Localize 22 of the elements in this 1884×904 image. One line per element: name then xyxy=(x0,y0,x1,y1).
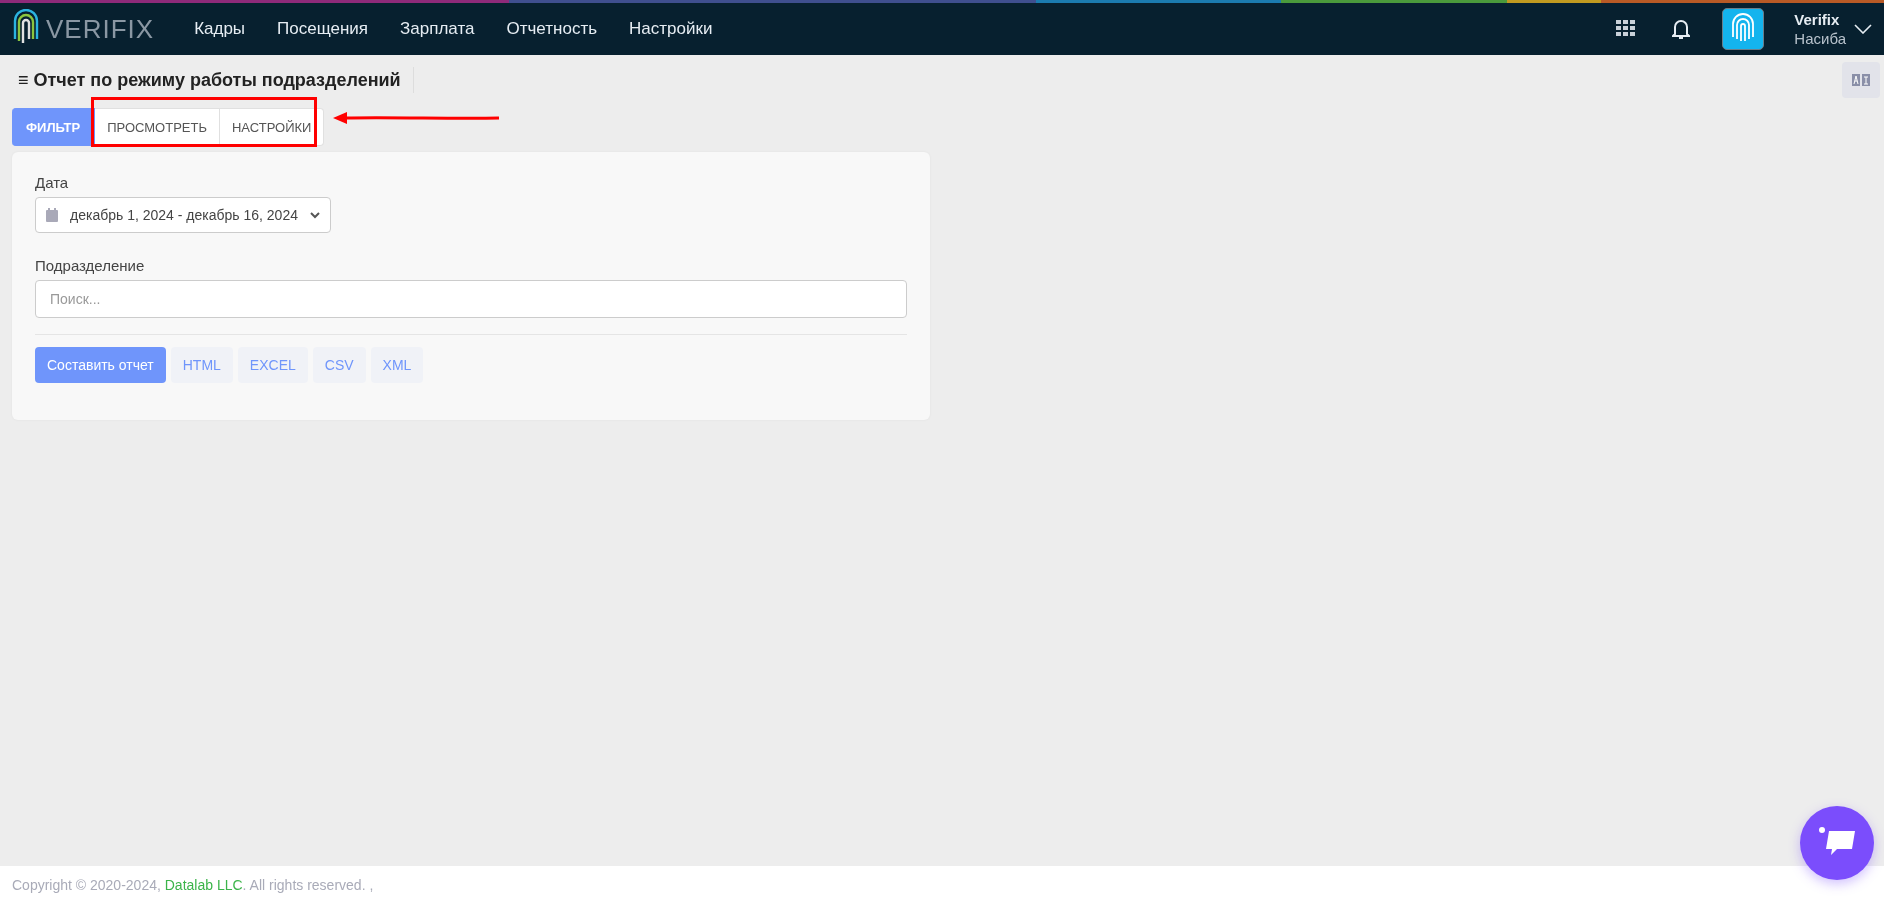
translate-icon[interactable] xyxy=(1842,62,1880,98)
calendar-icon xyxy=(46,208,58,222)
tab[interactable]: ПРОСМОТРЕТЬ xyxy=(95,108,220,146)
user-name: Насиба xyxy=(1794,29,1846,48)
date-range-picker[interactable]: декабрь 1, 2024 - декабрь 16, 2024 xyxy=(35,197,331,233)
tab[interactable]: НАСТРОЙКИ xyxy=(220,108,325,146)
nav-link[interactable]: Настройки xyxy=(627,15,715,43)
copyright-text: Copyright © 2020-2024, Datalab LLC. All rights reserved. , xyxy=(12,877,374,893)
chevron-down-icon[interactable] xyxy=(1854,24,1872,34)
fingerprint-avatar-icon[interactable] xyxy=(1722,8,1765,50)
field-label: Дата xyxy=(35,174,70,191)
chat-icon[interactable] xyxy=(1800,806,1874,880)
nav-link[interactable]: Зарплата xyxy=(398,15,477,43)
chevron-down-icon xyxy=(310,211,320,219)
company-name: Verifix xyxy=(1794,10,1841,29)
nav-link[interactable]: Кадры xyxy=(192,15,248,43)
nav-link[interactable]: Посещения xyxy=(275,15,371,43)
logo-text: VERIFIX xyxy=(46,13,155,45)
page-title: ≡ Отчет по режиму работы подразделений xyxy=(18,67,414,93)
field-label: Подразделение xyxy=(35,257,146,274)
search-field[interactable]: Поиск... xyxy=(35,280,907,318)
nav-link[interactable]: Отчетность xyxy=(504,15,600,43)
